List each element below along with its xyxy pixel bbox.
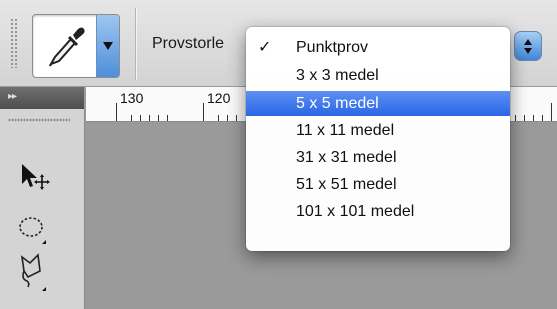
tools-panel [0,109,85,309]
menu-item-label: 31 x 31 medel [296,149,397,166]
menu-item-5x5-average[interactable]: 5 x 5 medel [246,91,510,116]
ellipse-marquee-tool-icon[interactable] [16,214,50,246]
chevron-down-icon [103,42,113,50]
menu-item-label: 11 x 11 medel [296,122,395,139]
ruler-label: 120 [207,90,231,106]
ruler-tick [542,115,543,121]
sample-size-menu: ✓ Punktprov 3 x 3 medel 5 x 5 medel 11 x… [246,27,510,251]
ruler-tick [533,115,534,121]
ruler-tick [167,115,168,121]
ruler-tick [149,115,150,121]
ruler-tick [203,103,204,121]
ruler-tick [524,115,525,121]
sample-size-label: Provstorle [152,35,225,52]
menu-item-label: Punktprov [296,39,369,56]
ruler-tick [140,115,141,121]
tool-preset-picker[interactable] [32,14,120,78]
arrow-down-icon [524,48,532,54]
ruler-label: 130 [120,90,144,106]
tools-panel-header[interactable]: ▸▸ [0,87,84,109]
options-separator [135,8,136,80]
ruler-tick [131,115,132,121]
menu-item-label: 5 x 5 medel [296,95,379,112]
eyedropper-icon [48,27,85,67]
menu-item-point-sample[interactable]: ✓ Punktprov [246,35,510,60]
checkmark-icon: ✓ [258,39,272,56]
polygonal-lasso-tool-icon[interactable] [16,249,50,293]
panel-collapse-icon[interactable]: ▸▸ [8,91,17,102]
menu-item-101x101-average[interactable]: 101 x 101 medel [246,199,510,224]
options-bar-grip[interactable] [10,18,18,68]
menu-item-label: 51 x 51 medel [296,176,397,193]
ruler-tick [158,115,159,121]
ruler-tick [116,103,117,121]
ruler-tick [515,115,516,121]
menu-item-51x51-average[interactable]: 51 x 51 medel [246,172,510,197]
ruler-tick [551,103,552,121]
tool-preset-dropdown-arrow[interactable] [96,15,119,77]
ruler-tick [236,115,237,121]
menu-item-3x3-average[interactable]: 3 x 3 medel [246,63,510,88]
ruler-tick [218,115,219,121]
menu-item-label: 3 x 3 medel [296,67,379,84]
ruler-tick [227,115,228,121]
arrow-up-icon [524,39,532,45]
tools-panel-grip[interactable] [8,118,70,122]
menu-item-31x31-average[interactable]: 31 x 31 medel [246,145,510,170]
menu-item-label: 101 x 101 medel [296,203,415,220]
move-tool-icon[interactable] [16,162,50,192]
sample-size-popup-button[interactable] [514,31,542,61]
menu-item-11x11-average[interactable]: 11 x 11 medel [246,118,510,143]
